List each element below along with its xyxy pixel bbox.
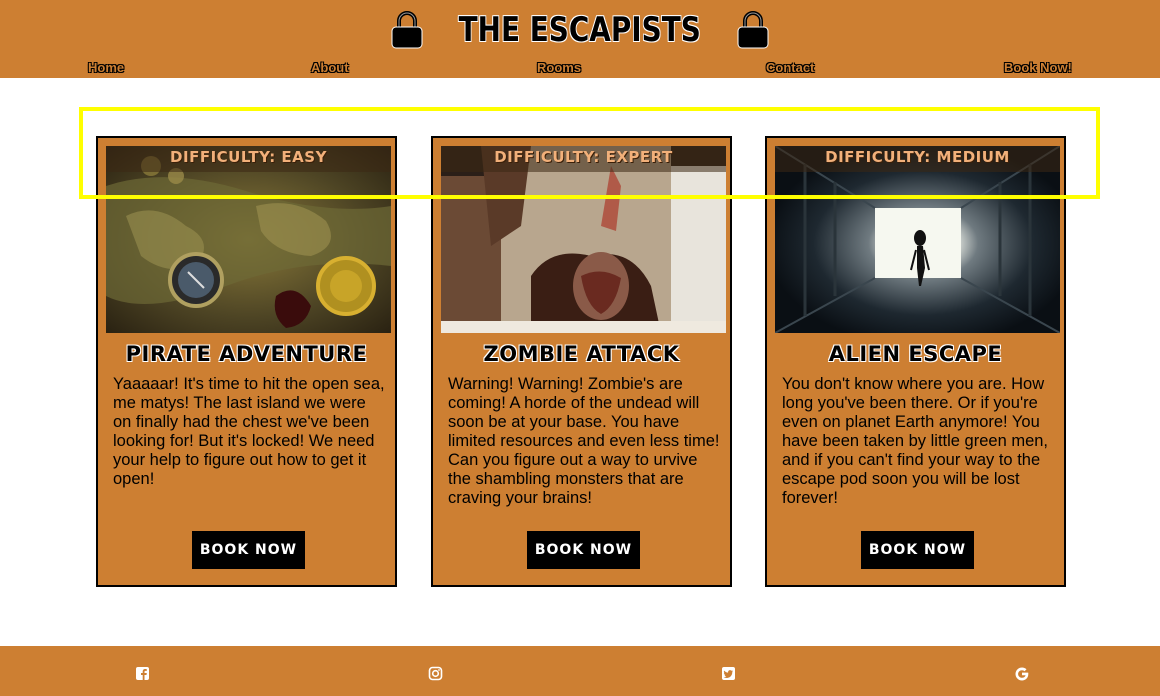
site-header: THE ESCAPISTS Home About Rooms Contact B… — [0, 0, 1160, 78]
room-title: ZOMBIE ATTACK — [483, 342, 680, 366]
nav-home[interactable]: Home — [88, 60, 124, 75]
facebook-icon[interactable] — [135, 666, 151, 682]
site-footer — [0, 646, 1160, 696]
nav-about[interactable]: About — [311, 60, 349, 75]
instagram-icon[interactable] — [428, 666, 444, 682]
main-nav: Home About Rooms Contact Book Now! — [0, 58, 1160, 78]
lock-icon — [737, 11, 769, 49]
room-description: You don't know where you are. How long y… — [782, 375, 1049, 507]
site-brand: THE ESCAPISTS — [0, 8, 1160, 52]
book-now-button[interactable]: BOOK NOW — [527, 531, 640, 569]
room-card-zombie: DIFFICULTY: EXPERT ZOMBIE ATTACK Warning… — [431, 136, 732, 587]
room-title: ALIEN ESCAPE — [828, 342, 1003, 366]
room-image-alien: DIFFICULTY: MEDIUM — [775, 146, 1060, 333]
room-card-alien: DIFFICULTY: MEDIUM ALIEN ESCAPE You don'… — [765, 136, 1066, 587]
lock-icon — [391, 11, 423, 49]
site-title: THE ESCAPISTS — [458, 10, 702, 50]
nav-rooms[interactable]: Rooms — [537, 60, 581, 75]
room-description: Yaaaaar! It's time to hit the open sea, … — [113, 375, 385, 488]
nav-contact[interactable]: Contact — [766, 60, 814, 75]
room-image-pirate: DIFFICULTY: EASY — [106, 146, 391, 333]
room-image-zombie: DIFFICULTY: EXPERT — [441, 146, 726, 333]
twitter-icon[interactable] — [721, 666, 737, 682]
google-icon[interactable] — [1014, 666, 1030, 682]
book-now-button[interactable]: BOOK NOW — [192, 531, 305, 569]
difficulty-badge: DIFFICULTY: EASY — [106, 146, 391, 172]
nav-book-now[interactable]: Book Now! — [1004, 60, 1072, 75]
room-title: PIRATE ADVENTURE — [125, 342, 368, 366]
room-description: Warning! Warning! Zombie's are coming! A… — [448, 375, 720, 507]
book-now-button[interactable]: BOOK NOW — [861, 531, 974, 569]
room-card-pirate: DIFFICULTY: EASY PIRATE ADVENTURE Yaaaaa… — [96, 136, 397, 587]
difficulty-badge: DIFFICULTY: EXPERT — [441, 146, 726, 172]
difficulty-badge: DIFFICULTY: MEDIUM — [775, 146, 1060, 172]
